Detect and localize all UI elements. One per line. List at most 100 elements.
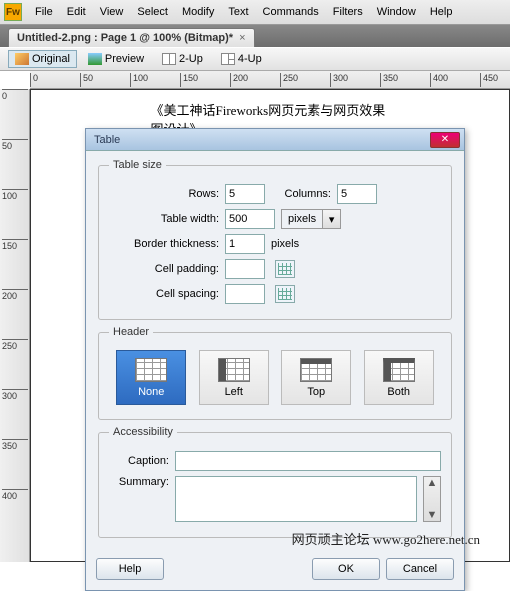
ruler-tick: 450 (480, 73, 498, 87)
option-label: Both (387, 386, 410, 398)
help-button[interactable]: Help (96, 558, 164, 580)
width-unit-value: pixels (282, 213, 322, 225)
view-4up[interactable]: 4-Up (214, 50, 269, 68)
view-original[interactable]: Original (8, 50, 77, 68)
header-group: Header None Left Top Both (98, 326, 452, 420)
menu-edit[interactable]: Edit (60, 3, 93, 21)
header-none-option[interactable]: None (116, 350, 186, 405)
ruler-tick: 200 (230, 73, 248, 87)
option-label: Top (307, 386, 325, 398)
ruler-tick: 350 (380, 73, 398, 87)
twoup-icon (162, 53, 176, 65)
menu-bar: Fw File Edit View Select Modify Text Com… (0, 0, 510, 25)
ruler-tick: 150 (180, 73, 198, 87)
chevron-down-icon[interactable]: ▾ (322, 210, 340, 228)
menu-filters[interactable]: Filters (326, 3, 370, 21)
view-label: Preview (105, 53, 144, 65)
ruler-tick: 400 (430, 73, 448, 87)
caption-label: Caption: (109, 455, 169, 467)
fourup-icon (221, 53, 235, 65)
ruler-tick: 100 (2, 189, 28, 201)
header-top-option[interactable]: Top (281, 350, 351, 405)
ruler-tick: 300 (330, 73, 348, 87)
menu-text[interactable]: Text (221, 3, 255, 21)
header-left-option[interactable]: Left (199, 350, 269, 405)
view-2up[interactable]: 2-Up (155, 50, 210, 68)
table-size-group: Table size Rows: Columns: Table width: p… (98, 159, 452, 320)
summary-textarea[interactable] (175, 476, 417, 522)
view-mode-bar: Original Preview 2-Up 4-Up (0, 47, 510, 71)
grid-both-icon (383, 358, 415, 382)
view-label: Original (32, 53, 70, 65)
grid-icon (135, 358, 167, 382)
app-icon: Fw (4, 3, 22, 21)
cellspacing-input[interactable] (225, 284, 265, 304)
view-label: 2-Up (179, 53, 203, 65)
document-tab[interactable]: Untitled-2.png : Page 1 @ 100% (Bitmap)*… (8, 28, 255, 47)
ruler-tick: 250 (2, 339, 28, 351)
accessibility-group: Accessibility Caption: Summary: ▲▼ (98, 426, 452, 538)
view-label: 4-Up (238, 53, 262, 65)
menu-commands[interactable]: Commands (256, 3, 326, 21)
dialog-footer: Help OK Cancel (86, 552, 464, 590)
close-icon[interactable]: × (239, 32, 245, 44)
menu-help[interactable]: Help (423, 3, 460, 21)
header-both-option[interactable]: Both (364, 350, 434, 405)
scrollbar[interactable]: ▲▼ (423, 476, 441, 522)
group-label: Table size (109, 159, 166, 171)
menu-select[interactable]: Select (130, 3, 175, 21)
cellpadding-input[interactable] (225, 259, 265, 279)
ruler-tick: 50 (80, 73, 93, 87)
ruler-tick: 200 (2, 289, 28, 301)
border-input[interactable] (225, 234, 265, 254)
ruler-tick: 100 (130, 73, 148, 87)
menu-view[interactable]: View (93, 3, 131, 21)
border-unit: pixels (271, 238, 299, 250)
view-preview[interactable]: Preview (81, 50, 151, 68)
pencil-icon (15, 53, 29, 65)
image-icon (88, 53, 102, 65)
scroll-down-icon[interactable]: ▼ (427, 509, 438, 521)
ruler-tick: 150 (2, 239, 28, 251)
rows-label: Rows: (109, 188, 219, 200)
group-label: Accessibility (109, 426, 177, 438)
scroll-up-icon[interactable]: ▲ (427, 477, 438, 489)
menu-window[interactable]: Window (370, 3, 423, 21)
grid-left-icon (218, 358, 250, 382)
table-dialog: Table ✕ Table size Rows: Columns: Table … (85, 128, 465, 591)
ruler-tick: 300 (2, 389, 28, 401)
cancel-button[interactable]: Cancel (386, 558, 454, 580)
dialog-titlebar[interactable]: Table ✕ (86, 129, 464, 151)
dialog-body: Table size Rows: Columns: Table width: p… (86, 151, 464, 552)
ruler-tick: 0 (2, 89, 28, 101)
vertical-ruler: 0 50 100 150 200 250 300 350 400 (0, 89, 30, 562)
ruler-tick: 0 (30, 73, 38, 87)
cellspacing-icon (275, 285, 295, 303)
menu-file[interactable]: File (28, 3, 60, 21)
rows-input[interactable] (225, 184, 265, 204)
caption-input[interactable] (175, 451, 441, 471)
width-label: Table width: (109, 213, 219, 225)
option-label: None (138, 386, 164, 398)
group-label: Header (109, 326, 153, 338)
ruler-tick: 350 (2, 439, 28, 451)
footer-credit: 网页顽主论坛 www.go2here.net.cn (292, 529, 480, 548)
ruler-tick: 50 (2, 139, 28, 151)
option-label: Left (225, 386, 243, 398)
cellpadding-label: Cell padding: (109, 263, 219, 275)
ruler-tick: 400 (2, 489, 28, 501)
ruler-tick: 250 (280, 73, 298, 87)
document-tab-title: Untitled-2.png : Page 1 @ 100% (Bitmap)* (17, 32, 233, 44)
cellspacing-label: Cell spacing: (109, 288, 219, 300)
ok-button[interactable]: OK (312, 558, 380, 580)
columns-input[interactable] (337, 184, 377, 204)
dialog-close-button[interactable]: ✕ (430, 132, 460, 148)
width-unit-select[interactable]: pixels ▾ (281, 209, 341, 229)
width-input[interactable] (225, 209, 275, 229)
grid-top-icon (300, 358, 332, 382)
cellpadding-icon (275, 260, 295, 278)
columns-label: Columns: (271, 188, 331, 200)
menu-modify[interactable]: Modify (175, 3, 221, 21)
document-tab-bar: Untitled-2.png : Page 1 @ 100% (Bitmap)*… (0, 25, 510, 47)
horizontal-ruler: 0 50 100 150 200 250 300 350 400 450 (30, 71, 510, 89)
